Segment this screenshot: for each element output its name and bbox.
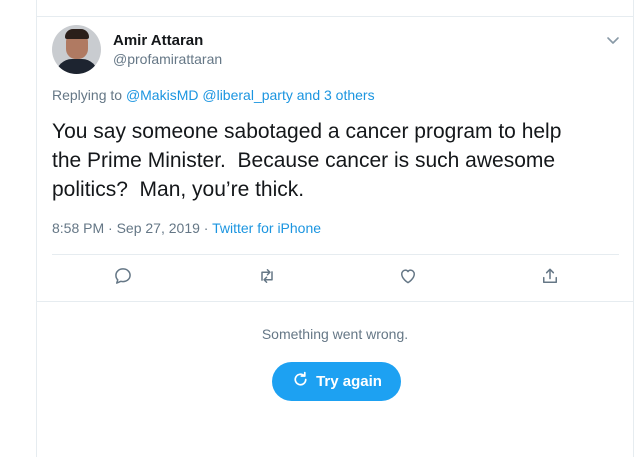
error-message: Something went wrong. [261, 326, 409, 342]
divider [37, 301, 633, 302]
action-bar [37, 264, 633, 292]
meta-separator: · [108, 220, 113, 236]
others-link[interactable]: and 3 others [297, 87, 375, 103]
like-icon[interactable] [396, 264, 420, 288]
tweet-text: You say someone sabotaged a cancer progr… [52, 117, 622, 204]
retweet-icon[interactable] [255, 264, 279, 288]
tweet-text-line: the Prime Minister. Because cancer is su… [52, 149, 556, 172]
meta-separator: · [203, 220, 209, 236]
author-name[interactable]: Amir Attaran [113, 32, 203, 49]
tweet-source-link[interactable]: Twitter for iPhone [212, 220, 321, 236]
tweet-date[interactable]: Sep 27, 2019 [117, 220, 200, 236]
reply-icon[interactable] [111, 264, 135, 288]
tweet-meta: 8:58 PM · Sep 27, 2019 · Twitter for iPh… [52, 220, 321, 236]
mention-link[interactable]: @MakisMD [126, 87, 199, 103]
top-divider [37, 16, 633, 17]
tweet-text-line: politics? Man, you’re thick. [52, 178, 305, 201]
tweet-time[interactable]: 8:58 PM [52, 220, 104, 236]
refresh-icon [291, 370, 310, 393]
replying-to-label: Replying to [52, 87, 123, 103]
tweet-panel: Amir Attaran @profamirattaran Replying t… [36, 0, 634, 457]
share-icon[interactable] [538, 264, 562, 288]
try-again-button[interactable]: Try again [272, 362, 401, 401]
try-again-label: Try again [316, 373, 382, 390]
chevron-down-icon[interactable] [605, 32, 621, 48]
replying-to: Replying to @MakisMD @liberal_party and … [52, 87, 375, 103]
avatar[interactable] [52, 25, 101, 74]
author-handle[interactable]: @profamirattaran [113, 51, 222, 67]
tweet-text-line: You say someone sabotaged a cancer progr… [52, 120, 562, 143]
mention-link[interactable]: @liberal_party [202, 87, 292, 103]
divider [52, 254, 619, 255]
